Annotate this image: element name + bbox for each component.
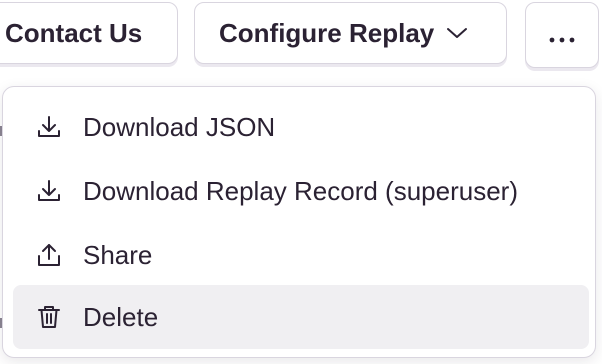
actions-dropdown-menu: Download JSON Download Replay Record (su…	[2, 86, 596, 358]
configure-replay-label: Configure Replay	[219, 17, 435, 48]
menu-item-download-json[interactable]: Download JSON	[13, 95, 589, 159]
menu-item-delete[interactable]: Delete	[13, 285, 589, 349]
ellipsis-icon	[548, 20, 576, 51]
download-icon	[35, 177, 63, 205]
share-icon	[35, 241, 63, 269]
contact-us-button[interactable]: Contact Us	[0, 2, 178, 64]
trash-icon	[35, 303, 63, 331]
chevron-down-icon	[446, 26, 468, 40]
menu-item-label: Download Replay Record (superuser)	[83, 175, 518, 206]
menu-item-label: Share	[83, 239, 153, 270]
menu-item-share[interactable]: Share	[13, 223, 589, 287]
configure-replay-button[interactable]: Configure Replay	[194, 2, 507, 64]
contact-us-label: Contact Us	[5, 17, 143, 48]
more-actions-button[interactable]	[525, 2, 599, 68]
download-icon	[35, 113, 63, 141]
menu-item-label: Download JSON	[83, 111, 276, 142]
menu-item-download-replay-record[interactable]: Download Replay Record (superuser)	[13, 159, 589, 223]
menu-item-label: Delete	[83, 301, 159, 332]
